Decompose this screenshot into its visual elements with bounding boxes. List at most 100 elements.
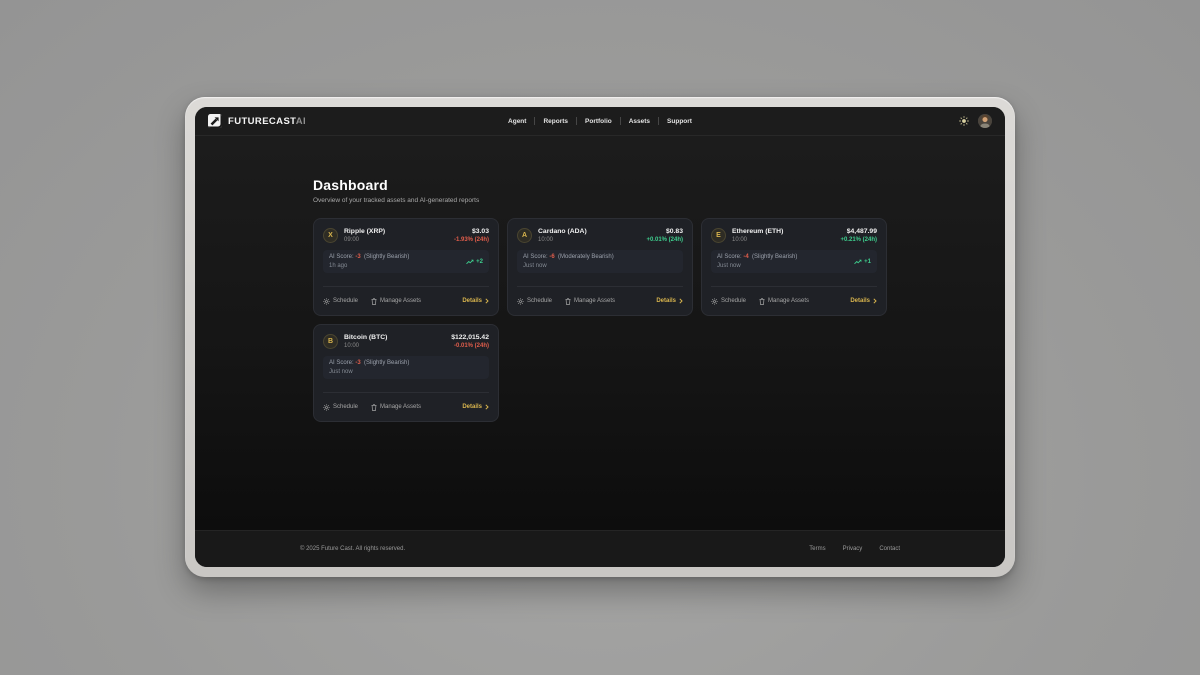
details-link[interactable]: Details bbox=[850, 298, 877, 304]
coin-name: Ethereum (ETH) bbox=[732, 228, 783, 235]
schedule-label: Schedule bbox=[721, 298, 746, 304]
device-frame: FUTURECASTAI Agent Reports Portfolio Ass… bbox=[185, 97, 1015, 577]
top-nav-bar: FUTURECASTAI Agent Reports Portfolio Ass… bbox=[195, 107, 1005, 136]
ai-score-line: AI Score: -4 (Slightly Bearish) bbox=[717, 254, 797, 260]
asset-card-btc: B Bitcoin (BTC) 10:00 $122,015.42 -0.01%… bbox=[313, 324, 499, 422]
coin-time: 10:00 bbox=[344, 343, 387, 349]
ai-score-block: AI Score: -6 (Moderately Bearish) Just n… bbox=[523, 254, 614, 269]
brand-suffix: AI bbox=[296, 116, 306, 127]
gear-icon bbox=[323, 404, 330, 411]
nav-item-assets[interactable]: Assets bbox=[621, 118, 658, 125]
coin-change: +0.01% (24h) bbox=[646, 237, 683, 243]
brand: FUTURECASTAI bbox=[208, 114, 306, 128]
manage-assets-button[interactable]: Manage Assets bbox=[371, 404, 421, 411]
footer-link-privacy[interactable]: Privacy bbox=[843, 546, 863, 552]
coin-price-block: $4,487.99 +0.21% (24h) bbox=[840, 228, 877, 243]
ai-score-block: AI Score: -3 (Slightly Bearish) 1h ago bbox=[329, 254, 409, 269]
schedule-label: Schedule bbox=[333, 298, 358, 304]
coin-name: Ripple (XRP) bbox=[344, 228, 385, 235]
coin-info: Bitcoin (BTC) 10:00 bbox=[344, 334, 387, 349]
coin-icon-xrp: X bbox=[323, 228, 338, 243]
main-content: Dashboard Overview of your tracked asset… bbox=[195, 136, 1005, 530]
trending-up-icon bbox=[466, 259, 474, 265]
card-actions: Schedule Manage Assets Details bbox=[711, 286, 877, 315]
coin-price: $0.83 bbox=[646, 228, 683, 235]
ai-score-value: -4 bbox=[743, 254, 748, 260]
card-actions: Schedule Manage Assets Details bbox=[323, 392, 489, 421]
coin-name: Bitcoin (BTC) bbox=[344, 334, 387, 341]
details-label: Details bbox=[656, 298, 676, 304]
chevron-right-icon bbox=[485, 298, 489, 304]
ai-sentiment: (Slightly Bearish) bbox=[752, 254, 797, 260]
ai-score-line: AI Score: -3 (Slightly Bearish) bbox=[329, 254, 409, 260]
coin-price: $3.03 bbox=[454, 228, 489, 235]
gear-icon bbox=[323, 298, 330, 305]
ai-score-line: AI Score: -3 (Slightly Bearish) bbox=[329, 360, 409, 366]
nav-item-support[interactable]: Support bbox=[659, 118, 700, 125]
schedule-button[interactable]: Schedule bbox=[711, 298, 746, 305]
gear-icon bbox=[711, 298, 718, 305]
schedule-button[interactable]: Schedule bbox=[517, 298, 552, 305]
manage-assets-label: Manage Assets bbox=[380, 404, 421, 410]
ai-score-row: AI Score: -4 (Slightly Bearish) Just now… bbox=[711, 250, 877, 273]
coin-info: Ethereum (ETH) 10:00 bbox=[732, 228, 783, 243]
footer-links: Terms Privacy Contact bbox=[809, 546, 900, 552]
ai-score-value: -3 bbox=[355, 254, 360, 260]
details-link[interactable]: Details bbox=[462, 298, 489, 304]
trash-icon bbox=[759, 298, 765, 305]
ai-score-label: AI Score: bbox=[523, 254, 548, 260]
details-label: Details bbox=[850, 298, 870, 304]
main-nav: Agent Reports Portfolio Assets Support bbox=[500, 107, 700, 135]
schedule-button[interactable]: Schedule bbox=[323, 404, 358, 411]
card-header: E Ethereum (ETH) 10:00 $4,487.99 +0.21% … bbox=[711, 228, 877, 243]
gear-icon bbox=[517, 298, 524, 305]
coin-price: $122,015.42 bbox=[451, 334, 489, 341]
user-avatar[interactable] bbox=[978, 114, 992, 128]
ai-updated: 1h ago bbox=[329, 263, 409, 269]
footer-link-contact[interactable]: Contact bbox=[879, 546, 900, 552]
app-window: FUTURECASTAI Agent Reports Portfolio Ass… bbox=[195, 107, 1005, 567]
trash-icon bbox=[371, 298, 377, 305]
coin-icon-ada: A bbox=[517, 228, 532, 243]
footer-link-terms[interactable]: Terms bbox=[809, 546, 825, 552]
futurecast-logo-icon bbox=[208, 114, 222, 128]
coin-icon-btc: B bbox=[323, 334, 338, 349]
details-link[interactable]: Details bbox=[656, 298, 683, 304]
card-actions: Schedule Manage Assets Details bbox=[323, 286, 489, 315]
coin-change: -1.93% (24h) bbox=[454, 237, 489, 243]
asset-card-ada: A Cardano (ADA) 10:00 $0.83 +0.01% (24h) bbox=[507, 218, 693, 316]
chevron-right-icon bbox=[873, 298, 877, 304]
trending-up-icon bbox=[854, 259, 862, 265]
card-header: A Cardano (ADA) 10:00 $0.83 +0.01% (24h) bbox=[517, 228, 683, 243]
ai-score-value: -6 bbox=[549, 254, 554, 260]
ai-updated: Just now bbox=[329, 369, 409, 375]
nav-item-reports[interactable]: Reports bbox=[535, 118, 576, 125]
card-header: X Ripple (XRP) 09:00 $3.03 -1.93% (24h) bbox=[323, 228, 489, 243]
asset-card-eth: E Ethereum (ETH) 10:00 $4,487.99 +0.21% … bbox=[701, 218, 887, 316]
app-footer: © 2025 Future Cast. All rights reserved.… bbox=[195, 530, 1005, 567]
manage-assets-button[interactable]: Manage Assets bbox=[759, 298, 809, 305]
brand-name: FUTURECASTAI bbox=[228, 116, 306, 127]
coin-name: Cardano (ADA) bbox=[538, 228, 587, 235]
manage-assets-button[interactable]: Manage Assets bbox=[371, 298, 421, 305]
chevron-right-icon bbox=[679, 298, 683, 304]
nav-item-portfolio[interactable]: Portfolio bbox=[577, 118, 620, 125]
ai-score-label: AI Score: bbox=[717, 254, 742, 260]
coin-price-block: $0.83 +0.01% (24h) bbox=[646, 228, 683, 243]
manage-assets-label: Manage Assets bbox=[380, 298, 421, 304]
manage-assets-button[interactable]: Manage Assets bbox=[565, 298, 615, 305]
header-actions bbox=[959, 114, 992, 128]
details-label: Details bbox=[462, 404, 482, 410]
page-title: Dashboard bbox=[313, 177, 887, 193]
manage-assets-label: Manage Assets bbox=[574, 298, 615, 304]
schedule-button[interactable]: Schedule bbox=[323, 298, 358, 305]
asset-card-xrp: X Ripple (XRP) 09:00 $3.03 -1.93% (24h) bbox=[313, 218, 499, 316]
ai-score-row: AI Score: -6 (Moderately Bearish) Just n… bbox=[517, 250, 683, 273]
coin-price: $4,487.99 bbox=[840, 228, 877, 235]
theme-toggle-sun-icon[interactable] bbox=[959, 116, 969, 126]
details-link[interactable]: Details bbox=[462, 404, 489, 410]
nav-item-agent[interactable]: Agent bbox=[500, 118, 534, 125]
ai-sentiment: (Slightly Bearish) bbox=[364, 254, 409, 260]
ai-score-block: AI Score: -4 (Slightly Bearish) Just now bbox=[717, 254, 797, 269]
trend-value: +1 bbox=[864, 259, 871, 265]
